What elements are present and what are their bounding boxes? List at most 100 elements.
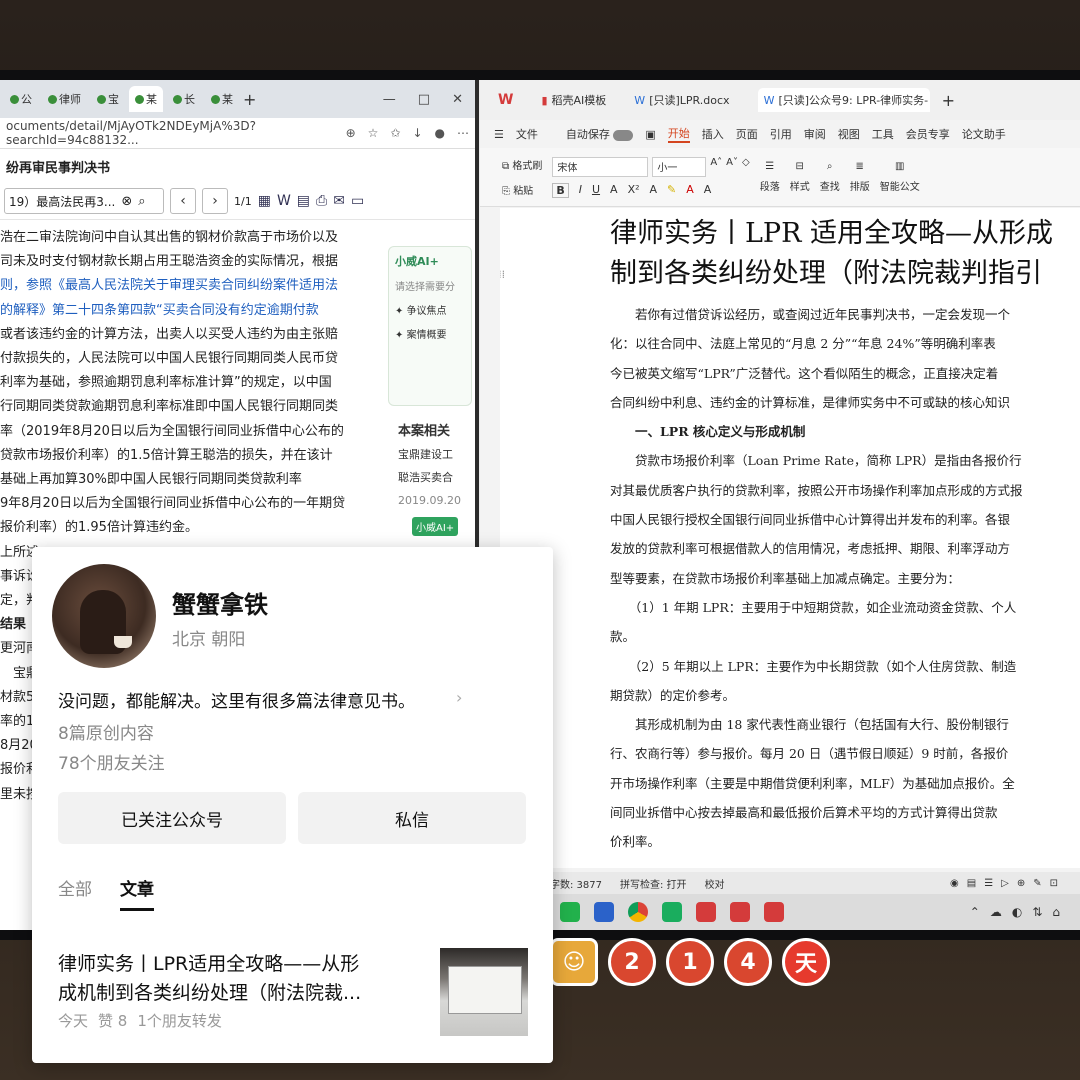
view-icons: ◉▤☰▷⊕✎⊡ [950, 877, 1066, 889]
spell-check-status[interactable]: 拼写检查: 打开 [620, 876, 687, 891]
menu-view[interactable]: 视图 [838, 126, 860, 142]
menu-review[interactable]: 审阅 [804, 126, 826, 142]
download-icon[interactable]: ↓ [412, 126, 422, 140]
ai-float-button[interactable]: 小威AI+ [412, 517, 459, 536]
layout-button[interactable]: ≣ 排版 [850, 161, 870, 193]
body-line: （1）1 年期 LPR：主要用于中短期贷款，如企业流动资金贷款、个人 [610, 599, 1017, 615]
wps-task-icon[interactable] [696, 902, 716, 922]
export-pdf-icon[interactable]: ▤ [297, 193, 310, 209]
ai-option-summary[interactable]: ✦ 案情概要 [395, 326, 465, 341]
font-family-select[interactable]: 宋体 [552, 156, 649, 177]
save-icon[interactable]: ▣ [645, 128, 655, 141]
menu-insert[interactable]: 插入 [702, 126, 724, 142]
chevron-right-icon[interactable]: › [456, 688, 462, 707]
article-thumbnail[interactable] [440, 948, 528, 1036]
autosave-toggle[interactable] [613, 129, 634, 141]
profile-icon[interactable]: ● [435, 126, 445, 140]
menu-thesis[interactable]: 论文助手 [962, 126, 1006, 142]
word-count[interactable]: 字数: 3877 [550, 876, 602, 891]
chrome-icon[interactable] [628, 902, 648, 922]
related-case-line[interactable]: 聪浩买卖合 [398, 466, 474, 489]
document-search-input[interactable]: 19）最高法民再3... ⊗ ⌕ [4, 188, 164, 214]
browser-tab-active[interactable]: 某 [129, 86, 163, 112]
address-bar[interactable]: ocuments/detail/MjAyOTk2NDEyMjA%3D?searc… [0, 118, 475, 149]
wps-tab[interactable]: W [只读]LPR.docx [634, 92, 729, 108]
menu-tools[interactable]: 工具 [872, 126, 894, 142]
format-painter-button[interactable]: ⧉ 格式刷 [502, 157, 542, 172]
print-icon[interactable]: ⎙ [316, 193, 327, 209]
wechat-icon[interactable] [560, 902, 580, 922]
menu-page[interactable]: 页面 [736, 126, 758, 142]
tab-all[interactable]: 全部 [58, 875, 92, 911]
share-icon[interactable]: ▭ [351, 193, 364, 209]
export-excel-icon[interactable]: ▦ [258, 193, 271, 209]
browser-tab[interactable]: 某 [205, 86, 239, 112]
followed-button[interactable]: 已关注公众号 [58, 792, 286, 844]
related-case-line[interactable]: 宝鼎建设工 [398, 443, 474, 466]
font-color-icon[interactable]: A [686, 183, 694, 198]
underline-icon[interactable]: U [592, 183, 600, 198]
menu-autosave[interactable]: 自动保存 [566, 126, 634, 142]
font-size-select[interactable]: 小一 [652, 156, 707, 177]
strike-icon[interactable]: A [610, 183, 618, 198]
star-icon[interactable]: ☆ [368, 126, 379, 140]
message-button[interactable]: 私信 [298, 792, 526, 844]
minimize-icon[interactable]: — [383, 92, 396, 107]
wps-task-icon[interactable] [764, 902, 784, 922]
ai-option-dispute[interactable]: ✦ 争议焦点 [395, 302, 465, 317]
close-icon[interactable]: ✕ [452, 92, 463, 107]
proofread-button[interactable]: 校对 [705, 876, 725, 891]
menu-home[interactable]: 开始 [667, 125, 690, 143]
shrink-font-icon[interactable]: A˅ [726, 157, 738, 177]
favorites-icon[interactable]: ✩ [390, 126, 400, 140]
clear-icon[interactable]: ⊗ [121, 194, 132, 209]
wps-logo-icon[interactable]: W [498, 92, 513, 108]
search-icon[interactable]: ⌕ [138, 194, 145, 209]
document-page[interactable]: H₁ ⁞⁞ 律师实务丨LPR 适用全攻略—从形成 制到各类纠纷处理（附法院裁判指… [500, 208, 1080, 868]
browser-tab[interactable]: 长 [167, 86, 201, 112]
wps-tab[interactable]: ▮ 稻壳AI模板 [541, 92, 606, 108]
paragraph-button[interactable]: ☰ 段落 [760, 161, 780, 193]
styles-button[interactable]: ⊟ 样式 [790, 161, 810, 193]
maximize-icon[interactable]: □ [418, 92, 430, 107]
browser-tab[interactable]: 公 [4, 86, 38, 112]
wps-tab-active[interactable]: W [只读]公众号9: LPR-律师实务- [757, 88, 930, 112]
chat-icon[interactable] [662, 902, 682, 922]
avatar[interactable] [52, 564, 156, 668]
clear-format-icon[interactable]: ◇ [742, 157, 750, 177]
wps-task-icon[interactable] [730, 902, 750, 922]
menu-references[interactable]: 引用 [770, 126, 792, 142]
account-location: 北京 朝阳 [172, 630, 246, 650]
export-word-icon[interactable]: W [277, 193, 291, 209]
mail-icon[interactable]: ✉ [333, 193, 345, 209]
wps-ribbon: ⧉ 格式刷 ⎘ 粘贴 宋体 小一 A˄ A˅ ◇ B I U A X² A ✎ … [480, 148, 1080, 207]
article-title[interactable]: 律师实务丨LPR适用全攻略——从形 成机制到各类纠纷处理（附法院裁... [58, 950, 428, 1008]
paste-button[interactable]: ⎘ 粘贴 [502, 182, 542, 197]
superscript-icon[interactable]: X² [628, 183, 640, 198]
smart-doc-button[interactable]: ▥ 智能公文 [880, 161, 920, 193]
browser-tab[interactable]: 宝 [91, 86, 125, 112]
bold-icon[interactable]: B [552, 182, 569, 198]
char-border-icon[interactable]: A [704, 183, 712, 198]
followers-count[interactable]: 78个朋友关注 [58, 749, 165, 774]
new-doc-icon[interactable]: + [942, 91, 955, 110]
app-icon[interactable] [594, 902, 614, 922]
next-page-button[interactable]: › [202, 188, 228, 214]
tab-favicon-icon [10, 94, 19, 104]
menu-icon[interactable]: ☰ [494, 128, 504, 141]
menu-member[interactable]: 会员专享 [906, 126, 950, 142]
zoom-icon[interactable]: ⊕ [346, 126, 356, 140]
new-tab-icon[interactable]: + [243, 90, 256, 109]
find-button[interactable]: ⌕ 查找 [820, 161, 840, 193]
prev-page-button[interactable]: ‹ [170, 188, 196, 214]
more-icon[interactable]: ⋯ [457, 126, 469, 140]
italic-icon[interactable]: I [579, 183, 582, 198]
grow-font-icon[interactable]: A˄ [710, 157, 722, 177]
text-effect-icon[interactable]: A [650, 183, 658, 198]
heading-marker-icon[interactable]: H₁ ⁞⁞ [500, 268, 505, 281]
tab-articles[interactable]: 文章 [120, 875, 154, 911]
account-bio[interactable]: 没问题，都能解决。这里有很多篇法律意见书。 [58, 687, 415, 712]
menu-file[interactable]: 文件 [516, 126, 538, 142]
browser-tab[interactable]: 律师 [42, 86, 87, 112]
highlight-icon[interactable]: ✎ [667, 183, 676, 198]
